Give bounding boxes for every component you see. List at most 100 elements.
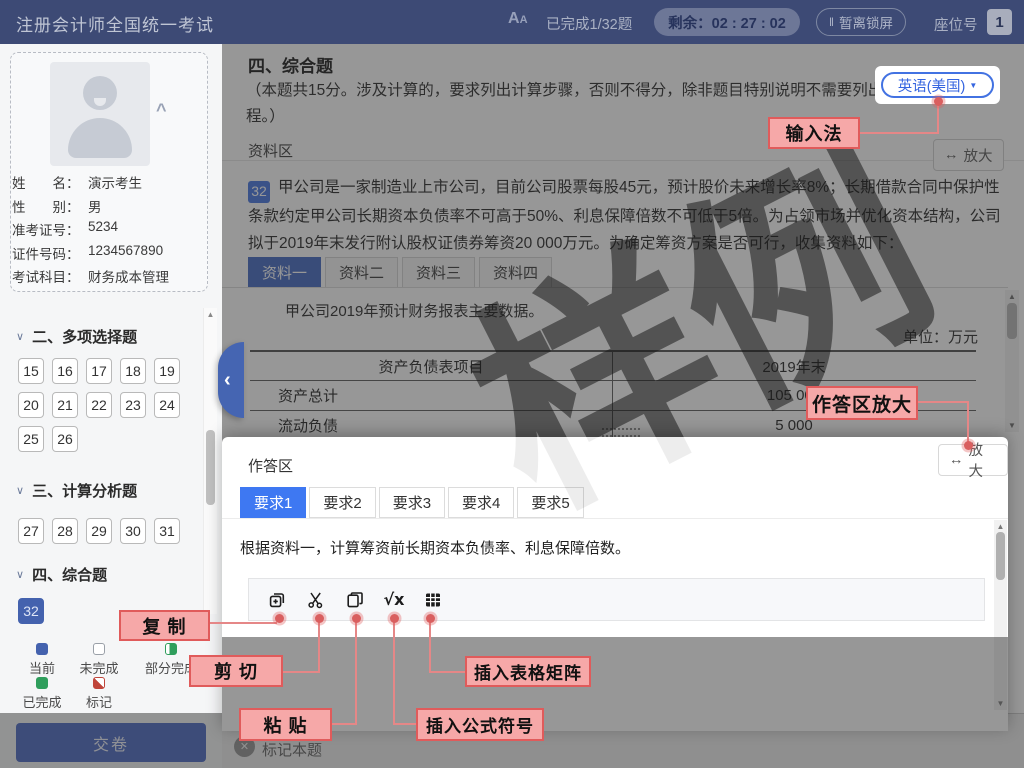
annotation-formula: 插入公式符号	[416, 708, 544, 741]
annotation-line	[210, 622, 277, 624]
dim-overlay	[0, 713, 222, 768]
annotation-ime: 输入法	[768, 117, 860, 149]
legend-done-swatch	[36, 677, 48, 689]
question-22[interactable]: 22	[86, 392, 112, 418]
question-number-grid: 15 16 17 18 19 20 21 22 23 24 25 26	[18, 358, 194, 452]
annotation-line	[355, 621, 357, 725]
annotation-line	[430, 671, 466, 673]
tab-requirement-4[interactable]: 要求4	[448, 487, 514, 518]
annotation-dot	[934, 97, 943, 106]
question-29[interactable]: 29	[86, 518, 112, 544]
scrollbar-thumb[interactable]	[996, 532, 1005, 580]
question-30[interactable]: 30	[120, 518, 146, 544]
legend-partial-swatch	[165, 643, 177, 655]
pause-lock-label: 暂离锁屏	[839, 12, 893, 32]
chevron-left-icon: ‹	[224, 369, 231, 392]
question-32-current[interactable]: 32	[18, 598, 44, 624]
pause-icon: ‖	[829, 15, 833, 29]
annotation-line	[332, 723, 356, 725]
exam-app: 注册会计师全国统一考试 AA 已完成1/32题 剩余：02 : 27 : 02 …	[0, 0, 1024, 768]
ime-dropdown[interactable]: 英语(美国) ▼	[881, 72, 994, 98]
cut-icon[interactable]	[306, 590, 326, 610]
tab-requirement-1[interactable]: 要求1	[240, 487, 306, 518]
annotation-dot	[275, 614, 284, 623]
question-19[interactable]: 19	[154, 358, 180, 384]
profile-row: 性 别： 男	[12, 196, 192, 219]
question-31[interactable]: 31	[154, 518, 180, 544]
avatar-body	[68, 118, 132, 158]
annotation-dot	[352, 614, 361, 623]
tab-requirement-2[interactable]: 要求2	[309, 487, 375, 518]
avatar	[50, 62, 150, 166]
answer-zoom-button[interactable]: ↔ 放大	[938, 444, 1008, 476]
formula-icon[interactable]: √x	[384, 590, 404, 610]
annotation-cut: 剪 切	[189, 655, 283, 687]
sidebar-collapse-tab[interactable]: ‹	[218, 342, 244, 418]
question-15[interactable]: 15	[18, 358, 44, 384]
annotation-line	[393, 621, 395, 725]
annotation-line	[429, 621, 431, 673]
collapse-card-icon[interactable]: ^	[156, 100, 167, 121]
seat-number-badge: 1	[987, 9, 1012, 35]
profile-row: 姓 名： 演示考生	[12, 172, 192, 195]
question-20[interactable]: 20	[18, 392, 44, 418]
question-26[interactable]: 26	[52, 426, 78, 452]
question-28[interactable]: 28	[52, 518, 78, 544]
legend-marked-swatch	[93, 677, 105, 689]
paste-icon[interactable]	[345, 590, 365, 610]
annotation-line	[967, 401, 969, 442]
question-17[interactable]: 17	[86, 358, 112, 384]
annotation-copy: 复 制	[119, 610, 210, 641]
table-matrix-icon[interactable]	[423, 590, 443, 610]
profile-row: 考试科目： 财务成本管理	[12, 266, 192, 289]
section-calculation[interactable]: ∨ 三、计算分析题	[16, 480, 206, 500]
profile-row: 证件号码： 1234567890	[12, 243, 192, 266]
question-24[interactable]: 24	[154, 392, 180, 418]
annotation-line	[318, 621, 320, 673]
time-remaining-badge: 剩余：02 : 27 : 02	[654, 8, 800, 36]
copy-icon[interactable]	[267, 590, 287, 610]
annotation-line	[394, 723, 417, 725]
annotation-line	[917, 401, 969, 403]
chevron-down-icon: ∨	[16, 484, 24, 497]
annotation-line	[860, 132, 938, 134]
annotation-line	[937, 103, 939, 134]
dim-overlay	[222, 637, 1008, 731]
annotation-line	[283, 671, 319, 673]
tab-requirement-3[interactable]: 要求3	[379, 487, 445, 518]
question-23[interactable]: 23	[120, 392, 146, 418]
progress-counter: 已完成1/32题	[546, 13, 632, 34]
legend-undone-swatch	[93, 643, 105, 655]
scrollbar-thumb[interactable]	[206, 430, 215, 505]
chevron-down-icon: ∨	[16, 330, 24, 343]
question-16[interactable]: 16	[52, 358, 78, 384]
app-title: 注册会计师全国统一考试	[16, 11, 214, 36]
chevron-down-icon: ▼	[969, 81, 977, 90]
section-comprehensive[interactable]: ∨ 四、综合题	[16, 564, 206, 584]
answer-area-label: 作答区	[248, 455, 293, 476]
chevron-down-icon: ∨	[16, 568, 24, 581]
annotation-dot	[964, 441, 973, 450]
scroll-up-icon[interactable]: ▲	[204, 310, 217, 319]
section-multiple-choice[interactable]: ∨ 二、多项选择题	[16, 326, 206, 346]
question-27[interactable]: 27	[18, 518, 44, 544]
question-21[interactable]: 21	[52, 392, 78, 418]
annotation-answer-zoom: 作答区放大	[806, 386, 918, 420]
question-18[interactable]: 18	[120, 358, 146, 384]
pause-lock-button[interactable]: ‖ 暂离锁屏	[816, 8, 906, 36]
profile-row: 准考证号： 5234	[12, 219, 192, 242]
resize-arrows-icon: ↔	[949, 452, 964, 468]
annotation-dot	[426, 614, 435, 623]
question-number-grid: 27 28 29 30 31	[18, 518, 194, 544]
legend-marked: 标记	[64, 677, 134, 711]
annotation-dot	[390, 614, 399, 623]
legend-current-swatch	[36, 643, 48, 655]
font-size-icon[interactable]: AA	[508, 10, 528, 28]
legend-undone: 未完成	[64, 643, 134, 677]
annotation-table-matrix: 插入表格矩阵	[465, 656, 591, 687]
sidebar-scrollbar[interactable]: ▲	[203, 308, 217, 614]
question-25[interactable]: 25	[18, 426, 44, 452]
seat-label: 座位号	[934, 14, 978, 35]
scroll-up-icon[interactable]: ▲	[994, 522, 1007, 531]
annotation-paste: 粘 贴	[239, 708, 332, 741]
